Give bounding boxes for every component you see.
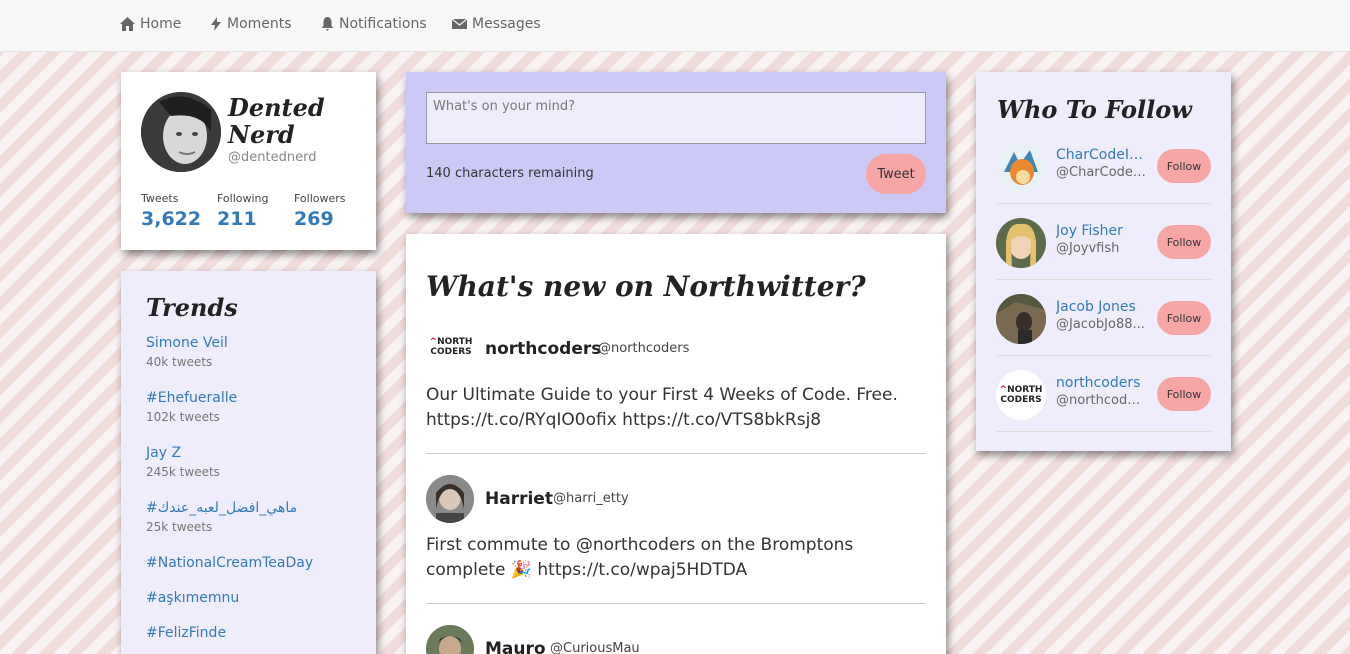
follow-divider: [996, 431, 1211, 432]
nav-notifications-label: Notifications: [339, 16, 427, 32]
logo-line-1: NORTH: [1007, 385, 1043, 395]
envelope-icon: [452, 18, 467, 29]
tweet-handle[interactable]: @harri_etty: [553, 491, 629, 506]
trend-item[interactable]: #FelizFinde: [146, 625, 226, 641]
trend-count: 25k tweets: [146, 520, 213, 534]
logo-line-2: CODERS: [1000, 395, 1042, 405]
tweet-button[interactable]: Tweet: [866, 154, 926, 194]
tweet-author[interactable]: northcoders: [485, 339, 601, 359]
bell-icon: [321, 17, 334, 31]
trend-count: 102k tweets: [146, 410, 220, 424]
trend-count: 40k tweets: [146, 355, 213, 369]
trend-item[interactable]: #aşkımemnu: [146, 590, 239, 606]
trends-title: Trends: [146, 293, 238, 322]
nav-notifications[interactable]: Notifications: [321, 16, 427, 32]
nav-home-label: Home: [140, 16, 182, 32]
nav-messages-label: Messages: [472, 16, 541, 32]
follow-avatar[interactable]: [996, 142, 1046, 192]
feed-card: What's new on Northwitter? ^NORTH CODERS…: [406, 234, 946, 654]
stat-followers-label: Followers: [294, 192, 346, 205]
nav-messages[interactable]: Messages: [452, 16, 541, 32]
trends-card: Trends Simone Veil 40k tweets #Ehefueral…: [121, 271, 376, 654]
follow-divider: [996, 279, 1211, 280]
follow-user-name[interactable]: northcoders: [1056, 375, 1144, 391]
tweet-text: First commute to @northcoders on the Bro…: [426, 535, 854, 580]
follow-button[interactable]: Follow: [1157, 149, 1211, 183]
nav-home[interactable]: Home: [120, 16, 181, 32]
trend-item[interactable]: #Ehefueralle: [146, 390, 237, 406]
tweet-handle[interactable]: @northcoders: [598, 341, 689, 356]
follow-user-handle: @Joyvfish: [1056, 241, 1120, 256]
follow-avatar[interactable]: [996, 218, 1046, 268]
tweet-divider: [426, 603, 926, 604]
stat-following-value[interactable]: 211: [217, 208, 257, 230]
compose-card: 140 characters remaining Tweet: [406, 72, 946, 213]
follow-button[interactable]: Follow: [1157, 301, 1211, 335]
follow-user-name[interactable]: Joy Fisher: [1056, 223, 1144, 239]
tweet-avatar[interactable]: [426, 625, 474, 654]
follow-avatar[interactable]: [996, 294, 1046, 344]
logo-line-2: CODERS: [430, 347, 472, 357]
nav-moments-label: Moments: [227, 16, 292, 32]
northcoders-logo[interactable]: ^NORTH CODERS: [426, 334, 476, 360]
follow-divider: [996, 203, 1211, 204]
trend-item[interactable]: Simone Veil: [146, 335, 228, 351]
trend-count: 245k tweets: [146, 465, 220, 479]
stat-following-label: Following: [217, 192, 269, 205]
tweet-divider: [426, 453, 926, 454]
stat-followers-value[interactable]: 269: [294, 208, 334, 230]
top-navbar: Home Moments Notifications Messages: [0, 0, 1350, 52]
trend-item[interactable]: #NationalCreamTeaDay: [146, 555, 313, 571]
profile-avatar[interactable]: [141, 92, 221, 172]
home-icon: [120, 17, 135, 31]
stat-tweets-label: Tweets: [141, 192, 179, 205]
trend-item[interactable]: #ماهي_افضل_لعبه_عندك: [146, 500, 297, 516]
profile-handle: @dentednerd: [228, 150, 317, 165]
tweet-avatar[interactable]: [426, 475, 474, 523]
compose-input[interactable]: [426, 92, 926, 144]
follow-user-handle: @JacobJo88...: [1056, 317, 1145, 332]
char-remaining: 140 characters remaining: [426, 166, 594, 181]
feed-title: What's new on Northwitter?: [426, 270, 866, 303]
follow-button[interactable]: Follow: [1157, 225, 1211, 259]
follow-user-handle: @northcode...: [1056, 393, 1146, 408]
profile-name: Dented Nerd: [228, 93, 325, 149]
stat-tweets-value[interactable]: 3,622: [141, 208, 201, 230]
logo-line-1: NORTH: [437, 337, 473, 347]
nav-moments[interactable]: Moments: [210, 16, 292, 32]
trend-item[interactable]: Jay Z: [146, 445, 181, 461]
follow-user-name[interactable]: CharCodeIz...: [1056, 147, 1144, 163]
follow-avatar-northcoders-logo[interactable]: ^NORTH CODERS: [996, 370, 1046, 420]
follow-button[interactable]: Follow: [1157, 377, 1211, 411]
follow-user-name[interactable]: Jacob Jones: [1056, 299, 1144, 315]
tweet-text: Our Ultimate Guide to your First 4 Weeks…: [426, 385, 898, 430]
follow-divider: [996, 355, 1211, 356]
tweet-author[interactable]: Harriet: [485, 489, 553, 509]
tweet-handle[interactable]: @CuriousMau: [550, 641, 640, 654]
bolt-icon: [211, 17, 221, 31]
who-to-follow-title: Who To Follow: [997, 95, 1192, 124]
profile-card: Dented Nerd @dentednerd Tweets 3,622 Fol…: [121, 72, 376, 250]
follow-user-handle: @CharCodei...: [1056, 165, 1146, 180]
who-to-follow-card: Who To Follow CharCodeIz... @CharCodei..…: [976, 72, 1231, 451]
tweet-author[interactable]: Mauro: [485, 639, 546, 654]
